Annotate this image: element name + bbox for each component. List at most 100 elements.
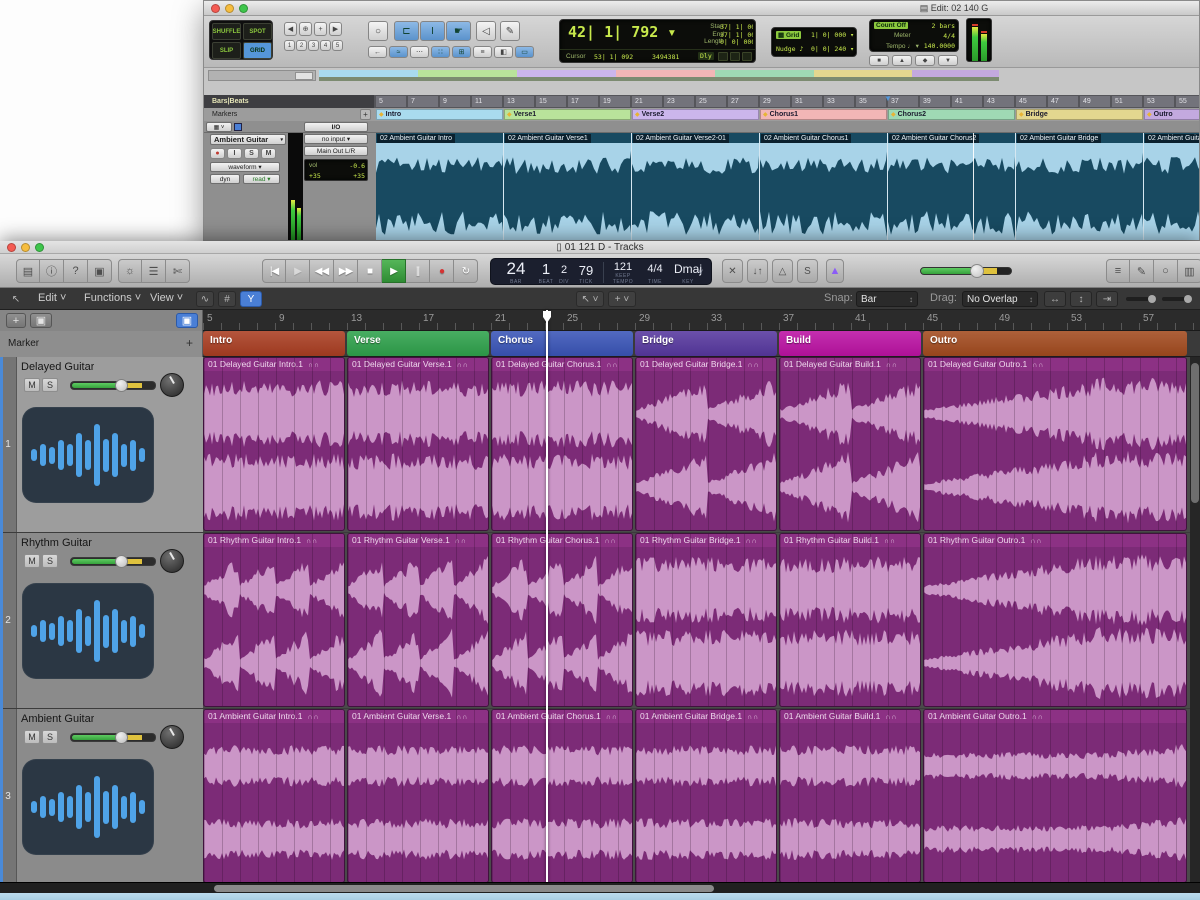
track-display-mode-button[interactable]: ▣ <box>176 313 198 328</box>
region[interactable]: 01 Rhythm Guitar Intro.1∩∩ <box>203 533 345 707</box>
region[interactable]: 01 Delayed Guitar Verse.1∩∩ <box>347 357 489 531</box>
pt-titlebar[interactable]: ▤ Edit: 02 140 G <box>204 1 1199 16</box>
toolbar-inspector-button[interactable]: ⓘ <box>40 259 64 283</box>
slider-thumb[interactable] <box>115 379 128 392</box>
zoom-slider-thumb[interactable] <box>1148 295 1156 303</box>
vertical-scrollbar[interactable] <box>1190 357 1200 882</box>
output-selector[interactable]: Main Out L/R <box>304 146 368 156</box>
hscroll-handle[interactable] <box>214 885 714 892</box>
region[interactable]: 01 Rhythm Guitar Outro.1∩∩ <box>923 533 1187 707</box>
solo-button[interactable]: S <box>244 148 259 159</box>
add-marker-button[interactable]: + <box>186 336 193 350</box>
zoom-preset-4-button[interactable]: 4 <box>320 40 331 51</box>
mute-button[interactable]: M <box>24 378 40 392</box>
audio-clip[interactable]: 02 Ambient Guitar Bridge <box>1016 133 1144 241</box>
toolbar-quick-help-button[interactable]: ? <box>64 259 88 283</box>
universe-strip[interactable] <box>319 70 999 81</box>
mute-button[interactable]: M <box>24 554 40 568</box>
mode-spot-button[interactable]: SPOT <box>243 23 272 40</box>
timeline-insert-marker[interactable]: ▼ <box>884 94 892 103</box>
edit-toggle-button[interactable]: ∷ <box>431 46 450 58</box>
audio-clip[interactable]: 02 Ambient Guitar Verse1 <box>504 133 632 241</box>
region[interactable]: 01 Delayed Guitar Outro.1∩∩ <box>923 357 1187 531</box>
pan-knob[interactable] <box>160 725 184 749</box>
vscroll-handle[interactable] <box>1191 363 1199 503</box>
transport-play-from-button[interactable]: ▶ <box>286 259 310 283</box>
edit-toggle-button[interactable]: ← <box>368 46 387 58</box>
edit-toggle-button[interactable]: ⊞ <box>452 46 471 58</box>
metronome-button[interactable]: △ <box>772 259 793 283</box>
track-volume-slider[interactable] <box>70 557 156 566</box>
session-toggle-button[interactable]: ■ <box>869 55 889 66</box>
lg-titlebar[interactable]: ▯ 01 121 D - Tracks <box>0 241 1200 254</box>
lcd-display[interactable]: 24BAR 1BEAT 2DIV 79TICK 121KEEPTEMPO 4/4… <box>490 258 712 285</box>
pt-bars-ruler[interactable]: Bars|Beats579111315171921232527293133353… <box>204 95 1200 108</box>
lg-bar-ruler[interactable]: +▣▣ 59131721252933374145495357 <box>0 310 1200 331</box>
transport-forward-button[interactable]: ▶▶ <box>334 259 358 283</box>
audio-clip[interactable]: 02 Ambient Guitar Intro <box>376 133 504 241</box>
toolbar-toolbar-toggle-button[interactable]: ▣ <box>88 259 112 283</box>
zoom-preset-3-button[interactable]: 3 <box>308 40 319 51</box>
marker-verse[interactable]: Verse <box>347 331 489 356</box>
menu-view[interactable]: View ˅ <box>150 292 183 304</box>
mode-grid-button[interactable]: GRID <box>243 42 272 59</box>
marker-chorus[interactable]: Chorus <box>491 331 633 356</box>
audio-clip[interactable]: 02 Ambient Guitar Chorus1 <box>760 133 888 241</box>
pan-knob[interactable] <box>160 373 184 397</box>
marker-verse1[interactable]: ◆Verse1 <box>504 109 631 120</box>
universe-handle[interactable] <box>208 70 316 81</box>
toolbar-library-button[interactable]: ▤ <box>16 259 40 283</box>
secondary-tool-button[interactable]: + ˅ <box>608 291 636 307</box>
automation-mode-button[interactable]: read ▾ <box>243 174 280 184</box>
snap-select[interactable]: Bar↕ <box>856 291 918 307</box>
zoom-arrow-button[interactable]: ⊕ <box>299 22 312 36</box>
zoom-preset-2-button[interactable]: 2 <box>296 40 307 51</box>
scrubber-tool-button[interactable]: ◁ <box>476 21 496 41</box>
session-toggle-button[interactable]: ▼ <box>938 55 958 66</box>
record-enable-button[interactable]: ● <box>210 148 225 159</box>
region[interactable]: 01 Delayed Guitar Intro.1∩∩ <box>203 357 345 531</box>
marker-build[interactable]: Build <box>779 331 921 356</box>
zoom-v-button[interactable]: ↕ <box>1070 291 1092 307</box>
zoom-fit-button[interactable]: ⇥ <box>1096 291 1118 307</box>
playhead[interactable] <box>546 310 548 882</box>
track-header[interactable]: 3Ambient GuitarMS <box>0 709 203 882</box>
edit-toggle-button[interactable]: ▭ <box>515 46 534 58</box>
slider-thumb[interactable] <box>115 731 128 744</box>
view-list-editors-button[interactable]: ≡ <box>1106 259 1130 283</box>
track-list-menu-button[interactable]: ▦ ˅ <box>206 122 232 132</box>
drag-select[interactable]: No Overlap↕ <box>962 291 1038 307</box>
marker-chorus1[interactable]: ◆Chorus1 <box>760 109 887 120</box>
pt-markers-ruler[interactable]: Markers+◆Intro◆Verse1◆Verse2◆Chorus1◆Cho… <box>204 108 1200 121</box>
marker-bridge[interactable]: ◆Bridge <box>1016 109 1143 120</box>
session-toggle-button[interactable]: ◆ <box>915 55 935 66</box>
marker-intro[interactable]: Intro <box>203 331 345 356</box>
grid-value[interactable]: 1| 0| 000 ▾ <box>810 31 854 39</box>
minimize-icon[interactable] <box>21 243 30 252</box>
solo-button[interactable]: S <box>42 378 58 392</box>
volume-thumb[interactable] <box>970 264 984 278</box>
marker-intro[interactable]: ◆Intro <box>376 109 503 120</box>
transport-rewind-button[interactable]: ◀◀ <box>310 259 334 283</box>
mute-button[interactable]: M <box>261 148 276 159</box>
edit-toggle-button[interactable]: ≡ <box>473 46 492 58</box>
marker-outro[interactable]: Outro <box>923 331 1187 356</box>
minimize-icon[interactable] <box>225 4 234 13</box>
add-track-button[interactable]: + <box>6 313 26 328</box>
view-note-pads-button[interactable]: ✎ <box>1130 259 1154 283</box>
zoomer-tool-button[interactable]: ○ <box>368 21 388 41</box>
mode-shuffle-button[interactable]: SHUFFLE <box>212 23 241 40</box>
close-icon[interactable] <box>7 243 16 252</box>
region[interactable]: 01 Rhythm Guitar Verse.1∩∩ <box>347 533 489 707</box>
zoom-slider-thumb[interactable] <box>1184 295 1192 303</box>
lcd-mode-chevron-icon[interactable]: ˅ <box>698 267 703 277</box>
slider-thumb[interactable] <box>115 555 128 568</box>
track-volume-slider[interactable] <box>70 381 156 390</box>
region[interactable]: 01 Rhythm Guitar Bridge.1∩∩ <box>635 533 777 707</box>
pencil-tool-button[interactable]: ✎ <box>500 21 520 41</box>
counter-mini-button[interactable] <box>742 52 752 61</box>
nudge-value[interactable]: 0| 0| 240 ▾ <box>810 45 854 53</box>
counter-mini-button[interactable] <box>718 52 728 61</box>
audio-clip[interactable]: 02 Ambient Guitar Chorus2 <box>888 133 1016 241</box>
solo-button[interactable]: S <box>42 554 58 568</box>
